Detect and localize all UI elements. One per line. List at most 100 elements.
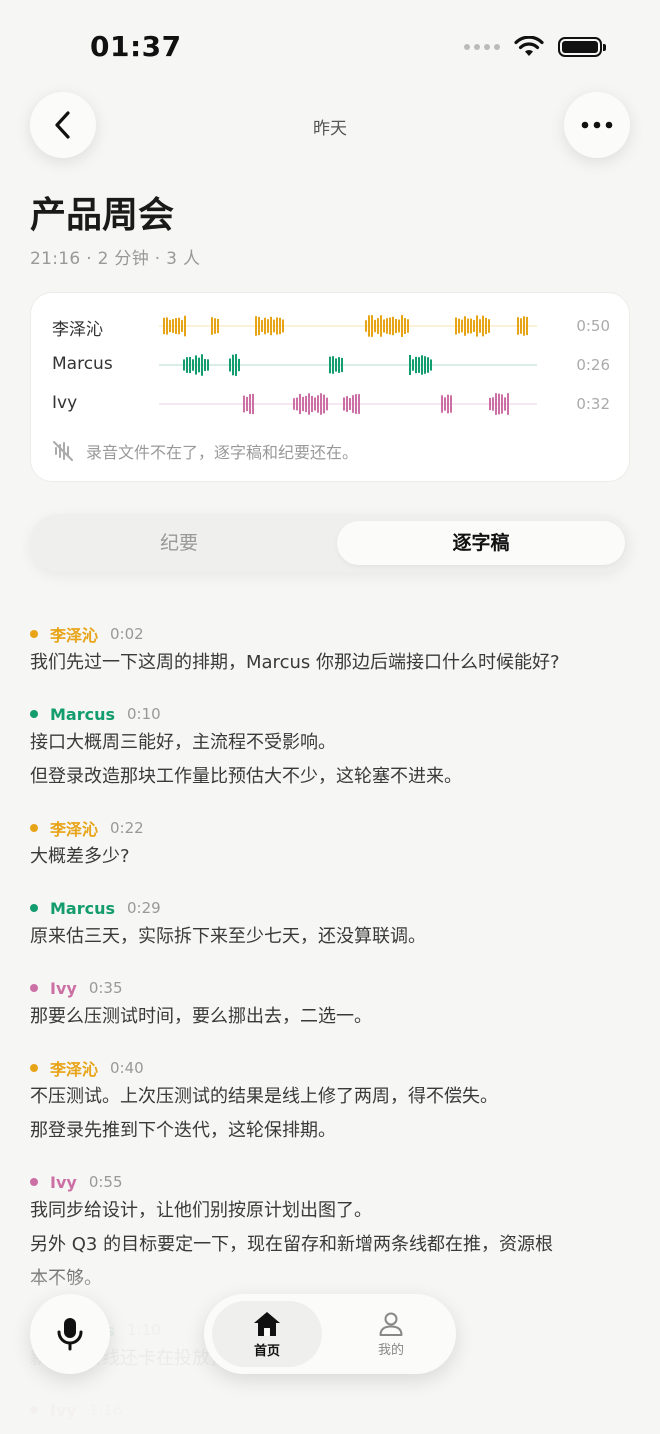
entry-timestamp: 0:40 [110, 1059, 144, 1077]
waveform-bar [398, 319, 400, 333]
transcript-text[interactable]: 接口大概周三能好，主流程不受影响。 [30, 726, 630, 760]
waveform-bar [383, 319, 385, 333]
waveform-bar [401, 315, 403, 337]
user-icon [379, 1312, 403, 1336]
entry-header: 李泽沁 0:40 [30, 1056, 630, 1080]
waveform-bar [352, 395, 354, 413]
speaker-dot [30, 630, 38, 638]
waveform-bar [473, 320, 475, 332]
waveform-bar [172, 319, 174, 333]
waveform-bar [365, 320, 367, 332]
waveform-bar [476, 315, 478, 337]
waveform-bar [163, 317, 165, 335]
speaker-name: 李泽沁 [50, 1060, 99, 1079]
waveform-bar [270, 316, 272, 336]
transcript-text[interactable]: 我们先过一下这周的排期，Marcus 你那边后端接口什么时候能好? [30, 646, 630, 680]
tab-summary[interactable]: 纪要 [35, 521, 323, 565]
transcript-entry: Ivy 0:35 那要么压测试时间，要么挪出去，二选一。 [30, 976, 630, 1034]
track-speaker-name: 李泽沁 [52, 320, 103, 340]
tab-bar: 首页 我的 [204, 1294, 456, 1374]
nav-bar: 昨天 [0, 92, 660, 160]
waveform-bar [404, 318, 406, 334]
waveform-bar [305, 395, 307, 413]
waveform-bar [326, 397, 328, 411]
waveform-card: 李泽沁 0:50 Marcus 0:26 Ivy 0:32 录音文件不在了，逐字… [30, 292, 630, 482]
waveform-bar [482, 315, 484, 337]
waveform-bar [332, 356, 334, 374]
status-icons [464, 36, 606, 58]
transcript-text[interactable]: 我同步给设计，让他们别按原计划出图了。 [30, 1194, 630, 1228]
waveform-bar [526, 316, 528, 336]
waveform-bar [492, 397, 494, 411]
entry-timestamp: 0:22 [110, 819, 144, 837]
waveform-bar [246, 396, 248, 412]
waveform-bar [279, 317, 281, 335]
waveform-bar [320, 393, 322, 415]
entry-header: Marcus 0:29 [30, 896, 630, 920]
waveform-bar [232, 354, 234, 376]
tab-transcript[interactable]: 逐字稿 [337, 521, 625, 565]
cellular-signal-icon [464, 44, 500, 50]
speaker-name: Ivy [50, 1172, 77, 1192]
waveform-bar [211, 317, 213, 335]
meeting-meta: 21:16 · 2 分钟 · 3 人 [30, 249, 201, 269]
track-duration: 0:32 [576, 395, 610, 413]
waveform-bar [395, 318, 397, 334]
waveform-bar [276, 317, 278, 335]
speaker-dot [30, 710, 38, 718]
waveform-bar [520, 318, 522, 334]
home-icon [254, 1311, 280, 1336]
status-bar: 01:37 [0, 0, 660, 96]
transcript-text[interactable]: 那要么压测试时间，要么挪出去，二选一。 [30, 1000, 630, 1034]
transcript-text[interactable]: 不压测试。上次压测试的结果是线上修了两周，得不偿失。 [30, 1080, 630, 1114]
waveform-bar [421, 355, 423, 375]
speaker-dot [30, 1064, 38, 1072]
wifi-icon [514, 36, 544, 56]
waveform-bar [498, 393, 500, 415]
waveform-bar [238, 358, 240, 372]
entry-header: 李泽沁 0:22 [30, 816, 630, 840]
waveform-bar [341, 357, 343, 373]
entry-timestamp: 0:35 [88, 979, 123, 997]
speaker-dot [30, 1178, 38, 1186]
waveform-bar [204, 359, 206, 371]
waveform-bar [217, 318, 219, 334]
waveform-bar [302, 396, 304, 412]
transcript-text[interactable]: 那登录先推到下个迭代，这轮保排期。 [30, 1114, 630, 1148]
waveform-bar [418, 357, 420, 373]
speaker-name: 李泽沁 [50, 820, 99, 839]
waveform-bar [335, 358, 337, 372]
waveform-bar [229, 358, 231, 372]
waveform-bar [314, 397, 316, 411]
status-time: 01:37 [90, 30, 182, 63]
waveform-bar [323, 394, 325, 414]
more-button[interactable] [564, 92, 630, 158]
waveform-bar [495, 393, 497, 415]
waveform-bar [424, 356, 426, 374]
waveform-bar [261, 320, 263, 332]
transcript-text[interactable]: 但登录改造那块工作量比预估大不少，这轮塞不进来。 [30, 760, 630, 794]
waveform-bar [386, 318, 388, 334]
waveform-bar [415, 356, 417, 374]
transcript-text[interactable]: 原来估三天，实际拆下来至少七天，还没算联调。 [30, 920, 630, 954]
waveform-bar [504, 397, 506, 411]
speaker-name: 李泽沁 [50, 626, 99, 645]
waveform-bar [447, 394, 449, 414]
speaker-waveform [159, 354, 537, 376]
speaker-waveform [159, 315, 537, 337]
page-title: 产品周会 [30, 195, 175, 236]
waveform-bar [450, 395, 452, 413]
battery-icon [558, 37, 606, 57]
waveform-bar [412, 359, 414, 371]
waveform-bar [467, 318, 469, 334]
waveform-bar [371, 315, 373, 337]
tab-mine[interactable]: 我的 [336, 1301, 446, 1367]
tab-home[interactable]: 首页 [212, 1301, 322, 1367]
transcript-text[interactable]: 大概差多少? [30, 840, 630, 874]
waveform-bar [523, 316, 525, 336]
waveform-bar [195, 355, 197, 375]
waveform-bar [317, 395, 319, 413]
waveform-bar [184, 315, 186, 337]
speaker-name: Marcus [50, 704, 116, 724]
record-button[interactable] [30, 1294, 110, 1374]
